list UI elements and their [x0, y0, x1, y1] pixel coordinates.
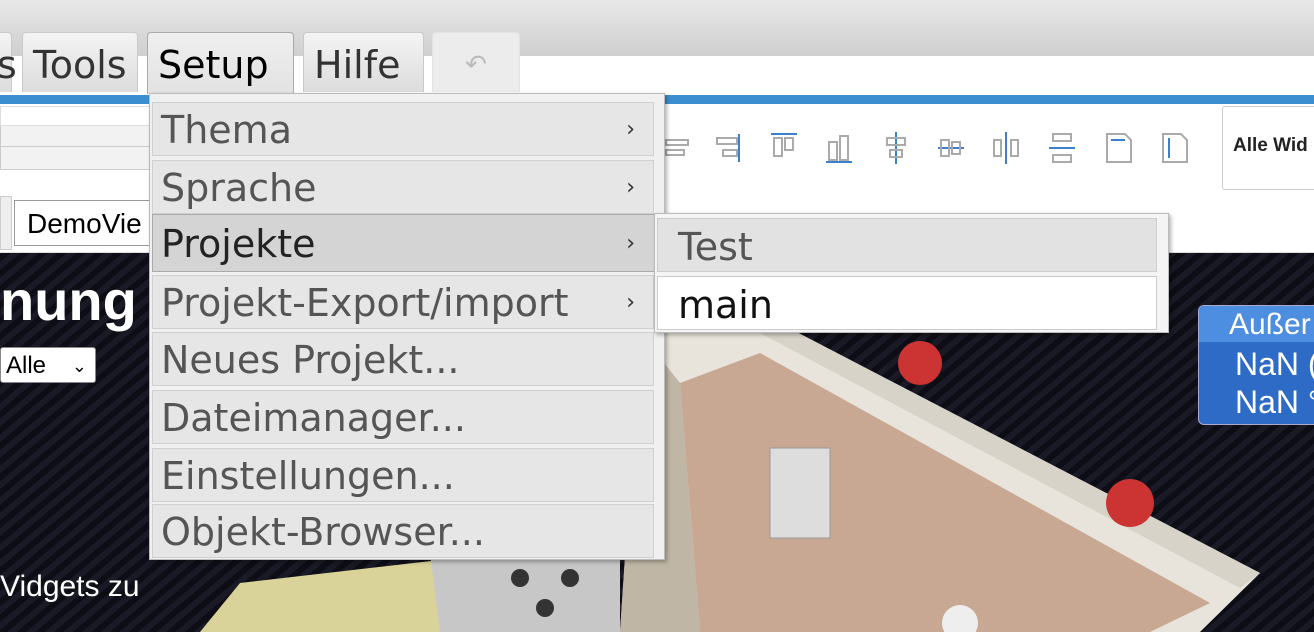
menu-item-sprache[interactable]: Sprache › — [152, 160, 654, 214]
weather-widget[interactable]: Außer NaN ( NaN ° — [1198, 305, 1314, 425]
menu-item-objekt-browser[interactable]: Objekt-Browser... — [152, 504, 654, 558]
menu-item-label: Dateimanager... — [161, 396, 466, 440]
weather-line-2: NaN ° — [1235, 384, 1314, 420]
toolbar-field-2[interactable] — [0, 146, 152, 170]
align-bottom-icon[interactable] — [824, 130, 854, 166]
align-top-icon[interactable] — [769, 130, 799, 166]
chevron-right-icon: › — [626, 290, 635, 315]
menu-item-einstellungen[interactable]: Einstellungen... — [152, 448, 654, 502]
weather-title: Außer — [1199, 306, 1314, 342]
tab-tools-label: Tools — [33, 43, 127, 87]
room-title: nung — [0, 269, 137, 332]
tab-tools[interactable]: Tools — [22, 32, 138, 92]
hint-text: Vidgets zu — [0, 570, 140, 603]
menu-item-label: Einstellungen... — [161, 454, 455, 498]
menu-item-label: Thema — [161, 108, 292, 152]
undo-button[interactable]: ↶ — [432, 32, 520, 92]
view-nav-button[interactable] — [0, 196, 12, 250]
distribute-vertical-icon[interactable] — [1047, 130, 1077, 166]
chevron-right-icon: › — [626, 175, 635, 200]
undo-arrow-icon: ↶ — [465, 50, 487, 80]
menu-item-label: Objekt-Browser... — [161, 510, 485, 554]
menu-item-projekt-export-import[interactable]: Projekt-Export/import › — [152, 275, 654, 329]
widgets-label: Alle Wid — [1233, 135, 1308, 156]
setup-menu: Thema › Sprache › Projekte › Projekt-Exp… — [149, 93, 665, 560]
align-right-icon[interactable] — [713, 130, 743, 166]
submenu-item-label: Test — [678, 225, 753, 269]
projects-submenu: Test main — [654, 213, 1169, 333]
submenu-item-test[interactable]: Test — [657, 218, 1157, 272]
toolbar-field-1[interactable] — [0, 124, 152, 148]
menu-item-label: Projekt-Export/import — [161, 281, 569, 325]
menu-item-label: Projekte — [161, 222, 316, 266]
tab-setup-label: Setup — [158, 43, 269, 87]
toolbar-field-0[interactable] — [0, 106, 152, 126]
menu-item-label: Neues Projekt... — [161, 338, 460, 382]
align-horizontal-center-icon[interactable] — [881, 130, 911, 166]
weather-line-1: NaN ( — [1235, 346, 1314, 382]
same-width-icon[interactable] — [1103, 130, 1133, 166]
chevron-down-icon: ⌄ — [71, 356, 87, 376]
distribute-horizontal-icon[interactable] — [991, 130, 1021, 166]
menu-item-dateimanager[interactable]: Dateimanager... — [152, 390, 654, 444]
submenu-item-main[interactable]: main — [657, 276, 1157, 330]
menu-item-thema[interactable]: Thema › — [152, 102, 654, 156]
align-vertical-center-icon[interactable] — [936, 130, 966, 166]
chevron-right-icon: › — [626, 231, 635, 256]
same-height-icon[interactable] — [1159, 130, 1189, 166]
filter-select-value: Alle — [6, 352, 47, 379]
tab-partial[interactable]: s — [0, 32, 17, 92]
menu-item-projekte[interactable]: Projekte › — [152, 214, 664, 272]
filter-select[interactable]: Alle ⌄ — [0, 347, 96, 383]
tab-partial-label: s — [0, 43, 17, 87]
chevron-right-icon: › — [626, 117, 635, 142]
widgets-filter-box[interactable]: Alle Wid — [1222, 106, 1314, 190]
menu-item-label: Sprache — [161, 166, 317, 210]
tab-hilfe[interactable]: Hilfe — [303, 32, 424, 92]
submenu-item-label: main — [678, 283, 773, 327]
tab-setup[interactable]: Setup — [147, 32, 294, 94]
tab-hilfe-label: Hilfe — [314, 43, 401, 87]
menu-item-neues-projekt[interactable]: Neues Projekt... — [152, 332, 654, 386]
align-left-icon[interactable] — [662, 130, 692, 166]
